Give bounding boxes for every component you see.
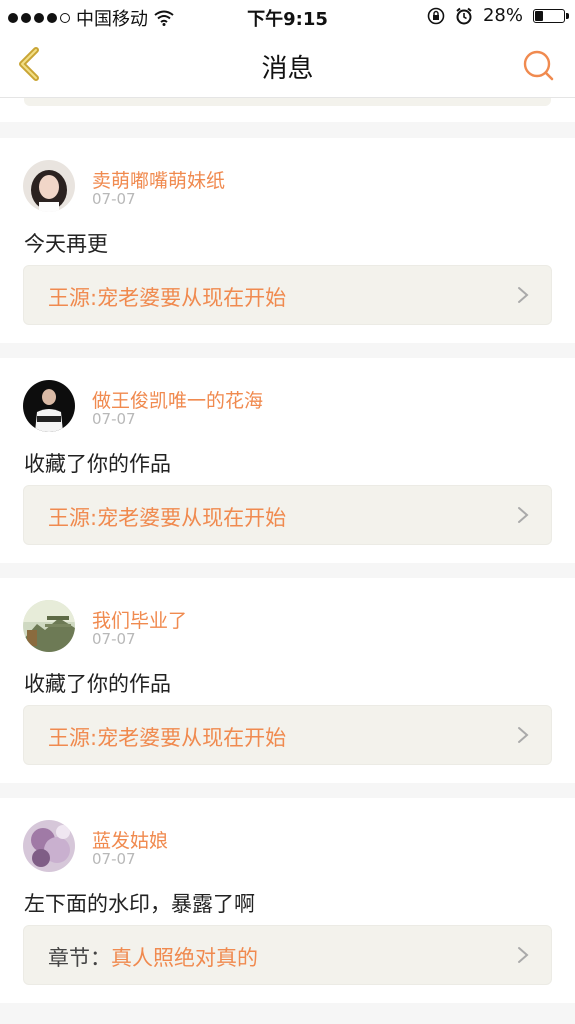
message-date: 07-07 — [92, 190, 136, 208]
chevron-right-icon — [518, 507, 529, 523]
battery-icon — [533, 8, 569, 23]
status-right: 28% — [427, 5, 569, 26]
message-card[interactable]: 蓝发姑娘 07-07 左下面的水印，暴露了啊 章节：真人照绝对真的 — [0, 798, 575, 1003]
message-card[interactable]: 卖萌嘟嘴萌妹纸 07-07 今天再更 王源:宠老婆要从现在开始 — [0, 138, 575, 343]
work-link[interactable]: 王源:宠老婆要从现在开始 — [23, 485, 552, 545]
page-title: 消息 — [261, 54, 314, 84]
previous-link-box-fragment — [24, 98, 551, 106]
avatar[interactable] — [23, 160, 75, 212]
search-icon[interactable] — [521, 48, 555, 82]
work-link-prefix: 章节： — [48, 946, 111, 970]
message-text: 今天再更 — [24, 232, 108, 256]
previous-card-fragment — [0, 98, 575, 122]
battery-level — [535, 10, 544, 21]
work-link-label: 章节：真人照绝对真的 — [48, 942, 258, 972]
work-link[interactable]: 王源:宠老婆要从现在开始 — [23, 705, 552, 765]
work-link-label: 王源:宠老婆要从现在开始 — [48, 282, 286, 312]
username[interactable]: 做王俊凯唯一的花海 — [92, 386, 263, 413]
battery-percent: 28% — [482, 5, 523, 26]
work-link-label: 王源:宠老婆要从现在开始 — [48, 722, 286, 752]
rotation-lock-icon — [427, 7, 445, 24]
chevron-right-icon — [518, 947, 529, 963]
chevron-right-icon — [518, 287, 529, 303]
work-link[interactable]: 王源:宠老婆要从现在开始 — [23, 265, 552, 325]
message-text: 左下面的水印，暴露了啊 — [24, 892, 255, 916]
username[interactable]: 卖萌嘟嘴萌妹纸 — [92, 166, 225, 193]
status-bar: 中国移动 下午9:15 28% — [0, 0, 575, 32]
work-link-label: 王源:宠老婆要从现在开始 — [48, 502, 286, 532]
username[interactable]: 我们毕业了 — [92, 606, 187, 633]
message-card[interactable]: 做王俊凯唯一的花海 07-07 收藏了你的作品 王源:宠老婆要从现在开始 — [0, 358, 575, 563]
chevron-right-icon — [518, 727, 529, 743]
avatar[interactable] — [23, 820, 75, 872]
message-date: 07-07 — [92, 850, 136, 868]
avatar[interactable] — [23, 600, 75, 652]
message-date: 07-07 — [92, 630, 136, 648]
message-card[interactable]: 我们毕业了 07-07 收藏了你的作品 王源:宠老婆要从现在开始 — [0, 578, 575, 783]
work-link-title: 王源:宠老婆要从现在开始 — [48, 726, 287, 750]
alarm-icon — [456, 7, 472, 24]
work-link-title: 王源:宠老婆要从现在开始 — [48, 286, 287, 310]
message-date: 07-07 — [92, 410, 136, 428]
message-text: 收藏了你的作品 — [24, 672, 171, 696]
username[interactable]: 蓝发姑娘 — [92, 826, 168, 853]
nav-bar: 消息 — [0, 32, 575, 98]
work-link-title: 真人照绝对真的 — [111, 946, 258, 970]
message-text: 收藏了你的作品 — [24, 452, 171, 476]
avatar[interactable] — [23, 380, 75, 432]
work-link-title: 王源:宠老婆要从现在开始 — [48, 506, 287, 530]
work-link[interactable]: 章节：真人照绝对真的 — [23, 925, 552, 985]
